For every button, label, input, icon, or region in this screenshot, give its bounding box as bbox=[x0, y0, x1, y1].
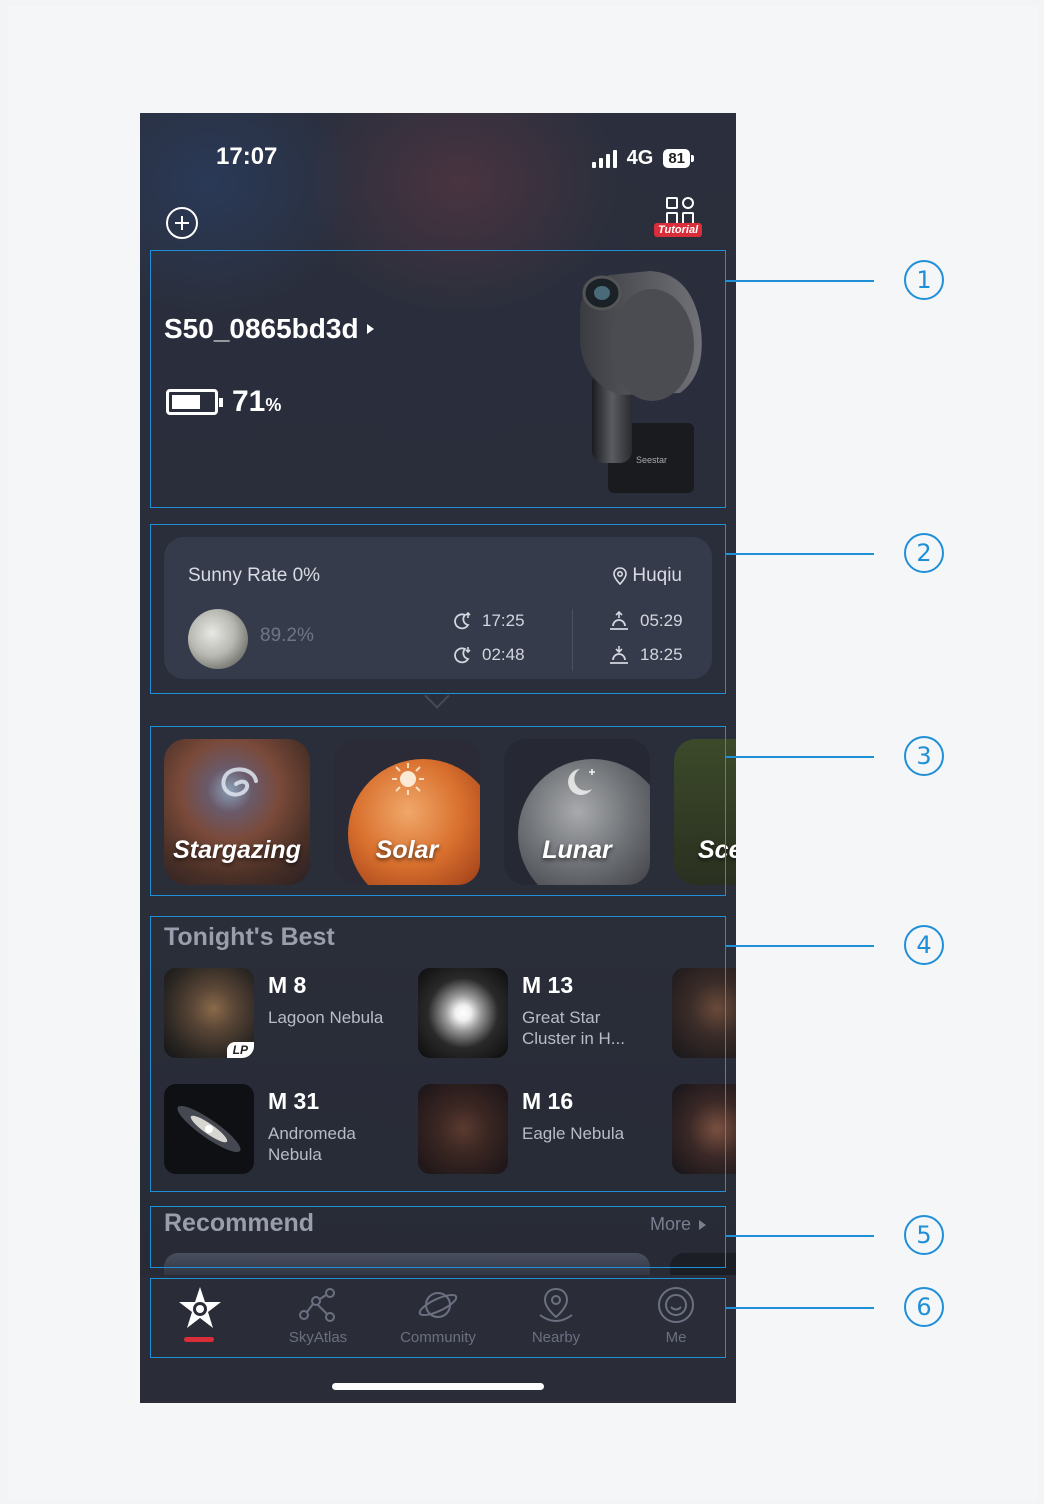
moon-phase-icon bbox=[188, 609, 248, 669]
leader-line bbox=[726, 945, 874, 947]
object-name: Eagle Nebula bbox=[522, 1124, 625, 1143]
mode-carousel[interactable]: Stargazing Solar Lunar Sce bbox=[164, 739, 736, 885]
sunny-rate: Sunny Rate 0% bbox=[188, 565, 321, 586]
object-thumbnail bbox=[672, 1084, 736, 1174]
best-item-m8[interactable]: LP M 8 Lagoon Nebula bbox=[164, 968, 392, 1058]
mode-stargazing[interactable]: Stargazing bbox=[164, 739, 310, 885]
weather-card[interactable]: Sunny Rate 0% Huqiu 89.2% 17:25 02:48 05… bbox=[164, 537, 712, 679]
sunrise-time: 05:29 bbox=[608, 611, 683, 631]
phone-screen: 17:07 4G 81 Tutorial S50_0865bd3d 71% Se… bbox=[140, 113, 736, 1403]
tab-skyatlas[interactable]: SkyAtlas bbox=[268, 1285, 368, 1346]
callout-2: 2 bbox=[904, 533, 944, 573]
telescope-image[interactable]: Seestar bbox=[540, 263, 720, 503]
add-device-button[interactable] bbox=[166, 207, 198, 239]
object-thumbnail: LP bbox=[164, 968, 254, 1058]
mode-lunar[interactable]: Lunar bbox=[504, 739, 650, 885]
location[interactable]: Huqiu bbox=[612, 565, 682, 587]
sunset-time: 18:25 bbox=[608, 645, 683, 665]
callout-3: 3 bbox=[904, 736, 944, 776]
planet-icon bbox=[418, 1292, 458, 1318]
nearby-pin-icon bbox=[539, 1287, 573, 1322]
tab-community[interactable]: Community bbox=[388, 1285, 488, 1346]
callout-1: 1 bbox=[904, 260, 944, 300]
recommend-title: Recommend bbox=[164, 1209, 315, 1237]
device-brand: Seestar bbox=[636, 455, 667, 465]
home-star-icon bbox=[179, 1287, 221, 1328]
home-indicator[interactable] bbox=[332, 1383, 544, 1390]
status-battery: 81 bbox=[663, 149, 694, 168]
tutorial-tag: Tutorial bbox=[654, 223, 703, 237]
mode-scenery[interactable]: Sce bbox=[674, 739, 736, 885]
object-name: Lagoon Nebula bbox=[268, 1008, 384, 1027]
device-battery: 71% bbox=[166, 385, 281, 419]
grid-icon bbox=[666, 197, 696, 225]
tonights-best-title: Tonight's Best bbox=[164, 923, 335, 951]
more-link[interactable]: More bbox=[650, 1214, 706, 1235]
crescent-icon bbox=[568, 769, 595, 795]
moonrise-icon bbox=[454, 611, 471, 630]
leader-line bbox=[726, 1235, 874, 1237]
callout-4: 4 bbox=[904, 925, 944, 965]
signal-icon bbox=[591, 149, 617, 168]
object-name: Great Star Cluster in H... bbox=[522, 1008, 625, 1048]
mode-solar[interactable]: Solar bbox=[334, 739, 480, 885]
moonrise-time: 17:25 bbox=[452, 611, 525, 631]
expand-chevron-icon[interactable] bbox=[424, 683, 450, 709]
leader-line bbox=[726, 553, 874, 555]
battery-value: 71% bbox=[232, 385, 282, 418]
object-thumbnail bbox=[418, 1084, 508, 1174]
battery-icon bbox=[166, 389, 223, 415]
object-id: M 16 bbox=[522, 1088, 574, 1114]
tab-me[interactable]: Me bbox=[626, 1285, 726, 1346]
object-id: M 8 bbox=[268, 972, 307, 998]
moonset-time: 02:48 bbox=[452, 645, 525, 665]
callout-5: 5 bbox=[904, 1215, 944, 1255]
device-name: S50_0865bd3d bbox=[164, 313, 359, 344]
best-item-m16[interactable]: M 16 Eagle Nebula bbox=[418, 1084, 646, 1174]
sunset-icon bbox=[610, 646, 628, 664]
constellation-icon bbox=[299, 1288, 335, 1322]
object-thumbnail bbox=[164, 1084, 254, 1174]
leader-line bbox=[726, 1307, 874, 1309]
best-item-partial[interactable] bbox=[672, 1084, 736, 1174]
profile-icon bbox=[658, 1287, 694, 1323]
device-name-link[interactable]: S50_0865bd3d bbox=[164, 313, 374, 345]
best-item-m31[interactable]: M 31 Andromeda Nebula bbox=[164, 1084, 392, 1174]
best-item-m13[interactable]: M 13 Great Star Cluster in H... bbox=[418, 968, 646, 1058]
moonset-icon bbox=[454, 647, 471, 664]
location-pin-icon bbox=[613, 567, 628, 585]
object-id: M 13 bbox=[522, 972, 574, 998]
tutorial-button[interactable]: Tutorial bbox=[654, 197, 706, 241]
tab-home[interactable] bbox=[150, 1285, 250, 1342]
status-indicators: 4G 81 bbox=[591, 147, 694, 170]
active-tab-indicator bbox=[184, 1337, 214, 1342]
sun-icon bbox=[392, 763, 424, 795]
galaxy-icon bbox=[221, 767, 258, 797]
galaxy-thumbnail bbox=[177, 1105, 241, 1153]
object-id: M 31 bbox=[268, 1088, 320, 1114]
callout-6: 6 bbox=[904, 1287, 944, 1327]
divider bbox=[572, 609, 573, 671]
object-thumbnail bbox=[418, 968, 508, 1058]
sunrise-icon bbox=[610, 611, 628, 630]
network-label: 4G bbox=[626, 147, 654, 169]
status-time: 17:07 bbox=[216, 143, 278, 170]
lp-badge: LP bbox=[226, 1042, 254, 1058]
object-thumbnail bbox=[672, 968, 736, 1058]
tab-nearby[interactable]: Nearby bbox=[506, 1285, 606, 1346]
location-name: Huqiu bbox=[632, 565, 682, 586]
leader-line bbox=[726, 756, 874, 758]
moon-illumination: 89.2% bbox=[260, 625, 314, 646]
best-item-partial[interactable] bbox=[672, 968, 736, 1058]
caret-right-icon bbox=[699, 1219, 706, 1230]
caret-right-icon bbox=[366, 324, 374, 334]
leader-line bbox=[726, 280, 874, 282]
object-name: Andromeda Nebula bbox=[268, 1124, 356, 1164]
